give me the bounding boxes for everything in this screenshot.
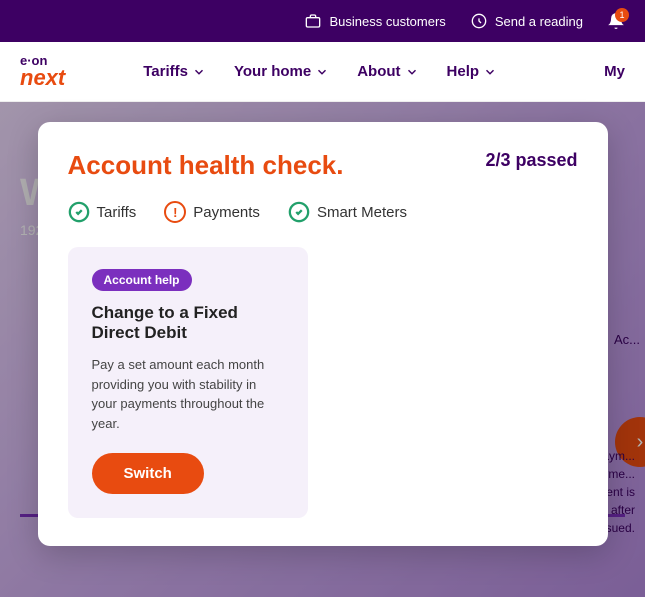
modal-title: Account health check.	[68, 150, 344, 181]
health-item-smart-meters: Smart Meters	[288, 201, 407, 223]
notification-bell[interactable]: 1	[607, 12, 625, 30]
nav-your-home[interactable]: Your home	[224, 63, 339, 80]
recommendation-card: Account help Change to a Fixed Direct De…	[68, 247, 308, 518]
nav-your-home-label: Your home	[234, 63, 311, 80]
logo-next: next	[20, 67, 65, 89]
smart-meters-label: Smart Meters	[317, 204, 407, 221]
health-check-modal: Account health check. 2/3 passed Tariffs…	[38, 122, 608, 546]
nav-help[interactable]: Help	[437, 63, 508, 80]
send-reading-label: Send a reading	[495, 14, 583, 29]
nav-tariffs[interactable]: Tariffs	[133, 63, 216, 80]
nav-about[interactable]: About	[347, 63, 428, 80]
chevron-down-icon	[192, 65, 206, 79]
main-background: Wo... 192 G... Ac... › t paym... payme..…	[0, 102, 645, 597]
chevron-down-icon-2	[315, 65, 329, 79]
nav-my-label: My	[604, 63, 625, 80]
nav-tariffs-label: Tariffs	[143, 63, 188, 80]
check-smart-meters-icon	[288, 201, 310, 223]
card-description: Pay a set amount each month providing yo…	[92, 355, 284, 433]
check-tariffs-icon	[68, 201, 90, 223]
briefcase-icon	[304, 12, 322, 30]
health-item-payments: ! Payments	[164, 201, 260, 223]
card-title: Change to a Fixed Direct Debit	[92, 303, 284, 343]
top-bar: Business customers Send a reading 1	[0, 0, 645, 42]
modal-passed: 2/3 passed	[485, 150, 577, 171]
nav-help-label: Help	[447, 63, 480, 80]
health-items-row: Tariffs ! Payments Smart Meters	[68, 201, 578, 223]
modal-overlay: Account health check. 2/3 passed Tariffs…	[0, 102, 645, 597]
meter-icon	[470, 12, 488, 30]
business-customers-link[interactable]: Business customers	[304, 12, 445, 30]
health-item-tariffs: Tariffs	[68, 201, 137, 223]
send-reading-link[interactable]: Send a reading	[470, 12, 583, 30]
nav-about-label: About	[357, 63, 400, 80]
payments-label: Payments	[193, 204, 260, 221]
business-customers-label: Business customers	[329, 14, 445, 29]
modal-header: Account health check. 2/3 passed	[68, 150, 578, 181]
nav-my[interactable]: My	[604, 63, 625, 80]
chevron-down-icon-3	[405, 65, 419, 79]
switch-button[interactable]: Switch	[92, 453, 204, 494]
chevron-down-icon-4	[483, 65, 497, 79]
logo[interactable]: e·on next	[20, 54, 65, 89]
tariffs-label: Tariffs	[97, 204, 137, 221]
warning-payments-icon: !	[164, 201, 186, 223]
nav-bar: e·on next Tariffs Your home About Help M…	[0, 42, 645, 102]
card-badge: Account help	[92, 269, 192, 291]
notification-count: 1	[615, 8, 629, 22]
